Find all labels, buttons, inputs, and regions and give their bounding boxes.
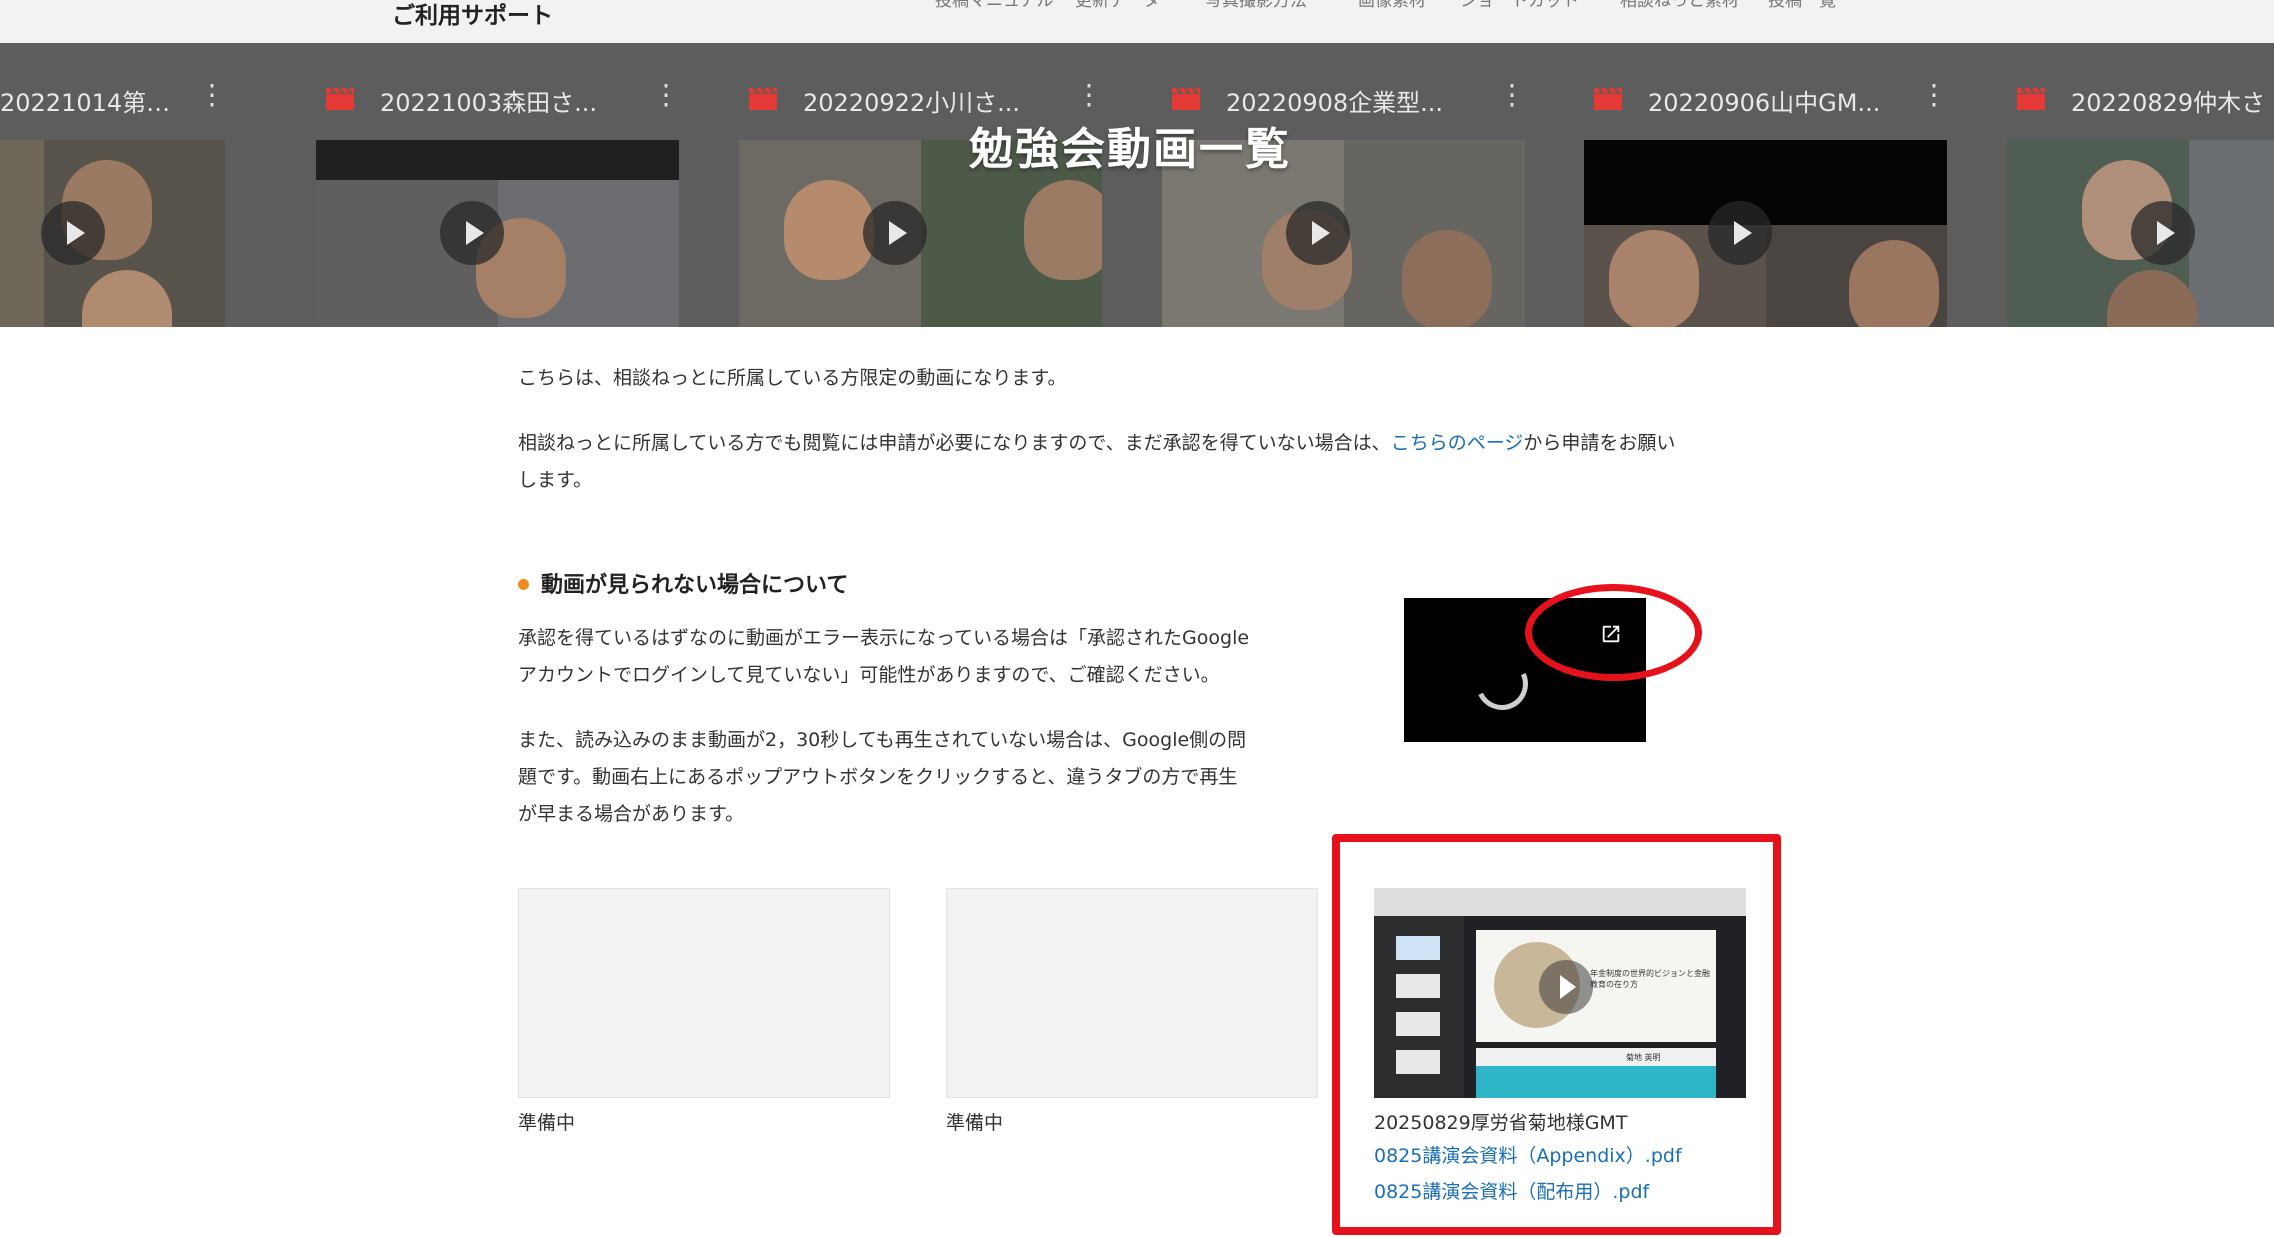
- more-vert-icon[interactable]: ⋮: [1920, 81, 1948, 109]
- intro-apply-text: 相談ねっとに所属している方でも閲覧には申請が必要になりますので、まだ承認を得てい…: [518, 432, 1676, 454]
- play-icon[interactable]: [2131, 201, 2195, 265]
- video-card[interactable]: 20220922小川さ... ⋮: [713, 43, 1108, 327]
- play-icon[interactable]: [863, 201, 927, 265]
- video-grid-item: 準備中: [946, 888, 1318, 1138]
- annotation-highlight-box: [1332, 834, 1781, 1235]
- more-vert-icon[interactable]: ⋮: [1075, 81, 1103, 109]
- page-title: 勉強会動画一覧: [969, 124, 1291, 175]
- video-caption: 準備中: [946, 1112, 1004, 1134]
- video-card[interactable]: 20220906山中GM... ⋮: [1558, 43, 1953, 327]
- nav-item-posts[interactable]: 投稿一覧: [1768, 0, 1836, 11]
- help-paragraph-2: が早まる場合があります。: [518, 803, 745, 825]
- loading-spinner-icon: [1468, 650, 1536, 718]
- video-clapper-icon: [1172, 88, 1200, 110]
- intro-text: こちらは、相談ねっとに所属している方限定の動画になります。: [518, 367, 1067, 389]
- video-clapper-icon: [2017, 88, 2045, 110]
- video-card[interactable]: 20221003森田さ... ⋮: [290, 43, 685, 327]
- video-card[interactable]: 20220829仲木さ: [1981, 43, 2274, 327]
- more-vert-icon[interactable]: ⋮: [198, 81, 226, 109]
- play-icon[interactable]: [41, 201, 105, 265]
- nav-item-manual[interactable]: 投稿マニュアル: [935, 0, 1054, 11]
- nav-item-materials[interactable]: 相談ねっと素材: [1620, 0, 1739, 11]
- play-icon[interactable]: [1286, 201, 1350, 265]
- video-clapper-icon: [749, 88, 777, 110]
- annotation-circle: [1525, 584, 1702, 681]
- video-placeholder: [946, 888, 1318, 1098]
- hero-banner: 20221014第16期活... ⋮ 20221003森田さ... ⋮ 2022…: [0, 43, 2274, 327]
- apply-page-link[interactable]: こちらのページ: [1391, 432, 1524, 454]
- video-clapper-icon: [326, 88, 354, 110]
- intro-apply-text-cont: します。: [518, 469, 593, 491]
- video-clapper-icon: [1594, 88, 1622, 110]
- video-caption: 準備中: [518, 1112, 576, 1134]
- nav-item-photo[interactable]: 写真撮影方法: [1205, 0, 1307, 11]
- nav-item-updates[interactable]: 更新データ: [1075, 0, 1160, 11]
- nav-item-shortcut[interactable]: ショートカット: [1460, 0, 1579, 11]
- section-heading: 動画が見られない場合について: [518, 567, 848, 604]
- play-icon[interactable]: [1708, 201, 1772, 265]
- site-brand[interactable]: ご利用サポート: [392, 0, 553, 30]
- top-navigation: ご利用サポート 投稿マニュアル 更新データ 写真撮影方法 画像素材 ショートカッ…: [0, 0, 2274, 43]
- video-placeholder: [518, 888, 890, 1098]
- more-vert-icon[interactable]: ⋮: [652, 81, 680, 109]
- help-paragraph-2: 題です。動画右上にあるポップアウトボタンをクリックすると、違うタブの方で再生: [518, 766, 1238, 788]
- more-vert-icon[interactable]: ⋮: [1498, 81, 1526, 109]
- nav-item-images[interactable]: 画像素材: [1358, 0, 1426, 11]
- video-card[interactable]: 20220908企業型... ⋮: [1136, 43, 1531, 327]
- video-card[interactable]: 20221014第16期活... ⋮: [0, 43, 231, 327]
- bullet-dot-icon: [518, 578, 529, 590]
- video-grid-item: 準備中: [518, 888, 890, 1138]
- play-icon[interactable]: [440, 201, 504, 265]
